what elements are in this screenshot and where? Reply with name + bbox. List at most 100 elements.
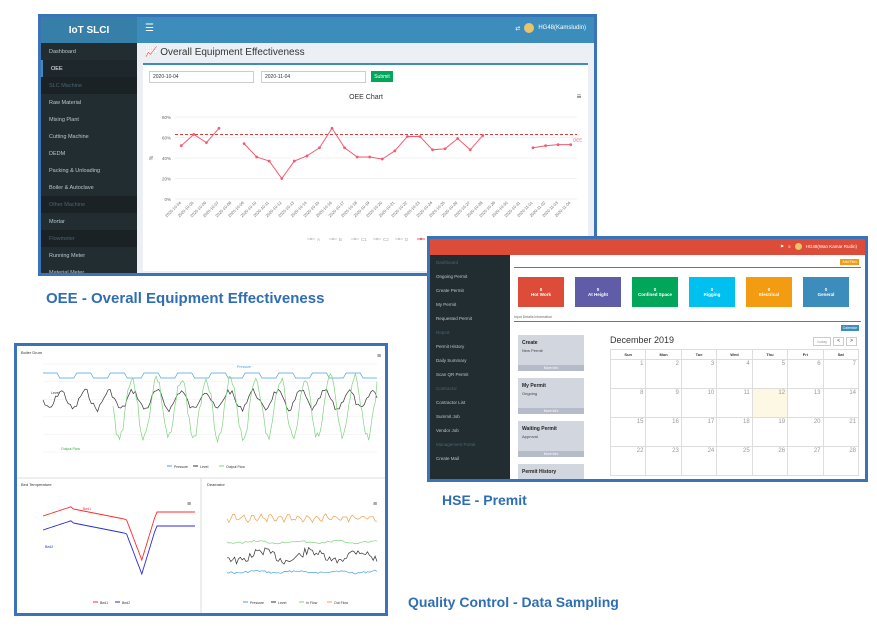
prev-month-button[interactable]: < <box>833 337 845 346</box>
calendar-day-cell[interactable]: 21 <box>822 417 860 447</box>
oee-data-point[interactable] <box>531 146 535 150</box>
oee-data-point[interactable] <box>280 177 284 180</box>
oee-data-point[interactable] <box>569 143 573 147</box>
oee-data-point[interactable] <box>192 133 196 136</box>
calendar-day-cell[interactable]: 17 <box>680 417 718 447</box>
permit-card[interactable]: Create New Permit More info <box>518 335 584 371</box>
legend-item[interactable]: Bed2 <box>122 601 130 605</box>
add-files-button[interactable]: Add Files <box>840 259 859 265</box>
card-more-info-link[interactable]: More info <box>518 408 584 414</box>
sidebar-item[interactable]: Material Meter <box>41 264 137 274</box>
permit-type-tile[interactable]: 0 Hot Work <box>518 277 564 307</box>
legend-item[interactable]: A <box>317 237 320 242</box>
card-more-info-link[interactable]: More info <box>518 451 584 457</box>
next-month-button[interactable]: > <box>846 337 857 346</box>
calendar-button[interactable]: Calendar <box>840 325 859 331</box>
sidebar-item[interactable]: Dashboard <box>41 43 137 60</box>
oee-data-point[interactable] <box>468 148 472 152</box>
sidebar-item[interactable]: Daily Summary <box>430 353 510 367</box>
oee-data-point[interactable] <box>343 146 346 150</box>
calendar-day-cell[interactable]: 18 <box>716 417 753 447</box>
legend-item[interactable]: Pressure <box>250 601 264 605</box>
permit-card[interactable]: Permit History More info <box>518 464 584 479</box>
calendar-day-cell[interactable]: 8 <box>609 388 647 418</box>
legend-item[interactable]: Level <box>200 465 209 469</box>
calendar-day-cell[interactable]: 16 <box>645 417 682 447</box>
calendar-day-cell[interactable]: 28 <box>822 446 860 476</box>
submit-button[interactable]: Submit <box>371 71 393 82</box>
calendar-day-cell[interactable]: 11 <box>716 388 753 418</box>
oee-data-point[interactable] <box>431 148 434 152</box>
permit-card[interactable]: My Permit Ongoing More info <box>518 378 584 414</box>
date-from-input[interactable]: 2020-10-04 <box>149 71 254 83</box>
oee-data-point[interactable] <box>179 144 183 148</box>
sidebar-item[interactable]: Create Mail <box>430 451 510 465</box>
calendar-day-cell[interactable]: 9 <box>645 388 682 418</box>
legend-item[interactable]: Bed1 <box>100 601 108 605</box>
sidebar-item[interactable]: My Permit <box>430 297 510 311</box>
calendar-day-cell[interactable]: 26 <box>751 446 789 476</box>
oee-data-point[interactable] <box>292 159 296 163</box>
card-more-info-link[interactable]: More info <box>518 365 584 371</box>
oee-data-point[interactable] <box>380 157 384 161</box>
sidebar-item[interactable]: Permit History <box>430 339 510 353</box>
permit-type-tile[interactable]: 0 General <box>803 277 849 307</box>
permit-card[interactable]: Waiting Permit Approval More info <box>518 421 584 457</box>
calendar-day-cell[interactable]: 27 <box>787 446 824 476</box>
calendar-day-cell[interactable]: 7 <box>822 359 860 389</box>
legend-item[interactable]: Level <box>278 601 287 605</box>
menu-icon[interactable]: ≡ <box>788 244 791 249</box>
calendar-day-cell[interactable]: 25 <box>716 446 753 476</box>
app-brand[interactable]: IoT SLCI <box>41 17 137 43</box>
chart-menu-icon[interactable]: ≡ <box>577 92 582 101</box>
calendar-day-cell[interactable]: 23 <box>645 446 682 476</box>
calendar-day-cell[interactable]: 6 <box>787 359 824 389</box>
legend-item[interactable]: Output Flow <box>226 465 245 469</box>
oee-data-point[interactable] <box>355 155 359 159</box>
calendar-day-cell[interactable]: 13 <box>787 388 824 418</box>
legend-item[interactable]: D <box>405 237 409 242</box>
sidebar-item[interactable]: Cutting Machine <box>41 128 137 145</box>
chart-menu-icon[interactable]: ≡ <box>373 501 377 508</box>
oee-data-point[interactable] <box>481 134 485 137</box>
oee-data-point[interactable] <box>217 126 221 130</box>
sidebar-item[interactable]: Packing & Unloading <box>41 162 137 179</box>
oee-data-point[interactable] <box>205 141 208 145</box>
legend-item[interactable]: C1 <box>361 237 367 242</box>
sidebar-item[interactable]: Summit Job <box>430 409 510 423</box>
menu-toggle-icon[interactable]: ☰ <box>145 23 154 34</box>
oee-data-point[interactable] <box>443 147 447 151</box>
sidebar-item[interactable]: Raw Material <box>41 94 137 111</box>
today-button[interactable]: today <box>813 337 832 346</box>
calendar-day-cell[interactable]: 19 <box>751 417 789 447</box>
date-to-input[interactable]: 2020-11-04 <box>261 71 366 83</box>
calendar-day-cell[interactable]: 10 <box>680 388 718 418</box>
oee-data-point[interactable] <box>406 135 409 138</box>
permit-type-tile[interactable]: 0 At Height <box>575 277 621 307</box>
sidebar-item[interactable]: Running Meter <box>41 247 137 264</box>
oee-data-point[interactable] <box>556 143 560 147</box>
sidebar-item[interactable]: Vendor Job <box>430 423 510 437</box>
user-menu[interactable]: ⇄ HG48(Kamsludin) <box>515 23 586 33</box>
calendar-day-cell[interactable]: 22 <box>609 446 647 476</box>
calendar-day-cell[interactable]: 15 <box>609 417 647 447</box>
legend-item[interactable]: Pressure <box>174 465 188 469</box>
permit-type-tile[interactable]: 0 Rigging <box>689 277 735 307</box>
oee-data-point[interactable] <box>418 135 422 138</box>
legend-item[interactable]: C2 <box>383 237 389 242</box>
sidebar-item[interactable]: Requested Permit <box>430 311 510 325</box>
oee-data-point[interactable] <box>393 149 397 153</box>
chart-menu-icon[interactable]: ≡ <box>187 501 191 508</box>
sidebar-item[interactable]: Mortar <box>41 213 137 230</box>
oee-data-point[interactable] <box>544 144 547 148</box>
calendar-day-cell[interactable]: 20 <box>787 417 824 447</box>
oee-data-point[interactable] <box>318 146 321 150</box>
calendar-day-cell[interactable]: 1 <box>609 359 647 389</box>
sidebar-item[interactable]: Create Permit <box>430 283 510 297</box>
oee-data-point[interactable] <box>255 155 259 159</box>
calendar-day-cell[interactable]: 14 <box>822 388 860 418</box>
sidebar-item[interactable]: Scan QR Permit <box>430 367 510 381</box>
legend-item[interactable]: B <box>339 237 342 242</box>
swap-icon[interactable]: ⇄ <box>515 25 520 32</box>
oee-data-point[interactable] <box>305 154 309 158</box>
